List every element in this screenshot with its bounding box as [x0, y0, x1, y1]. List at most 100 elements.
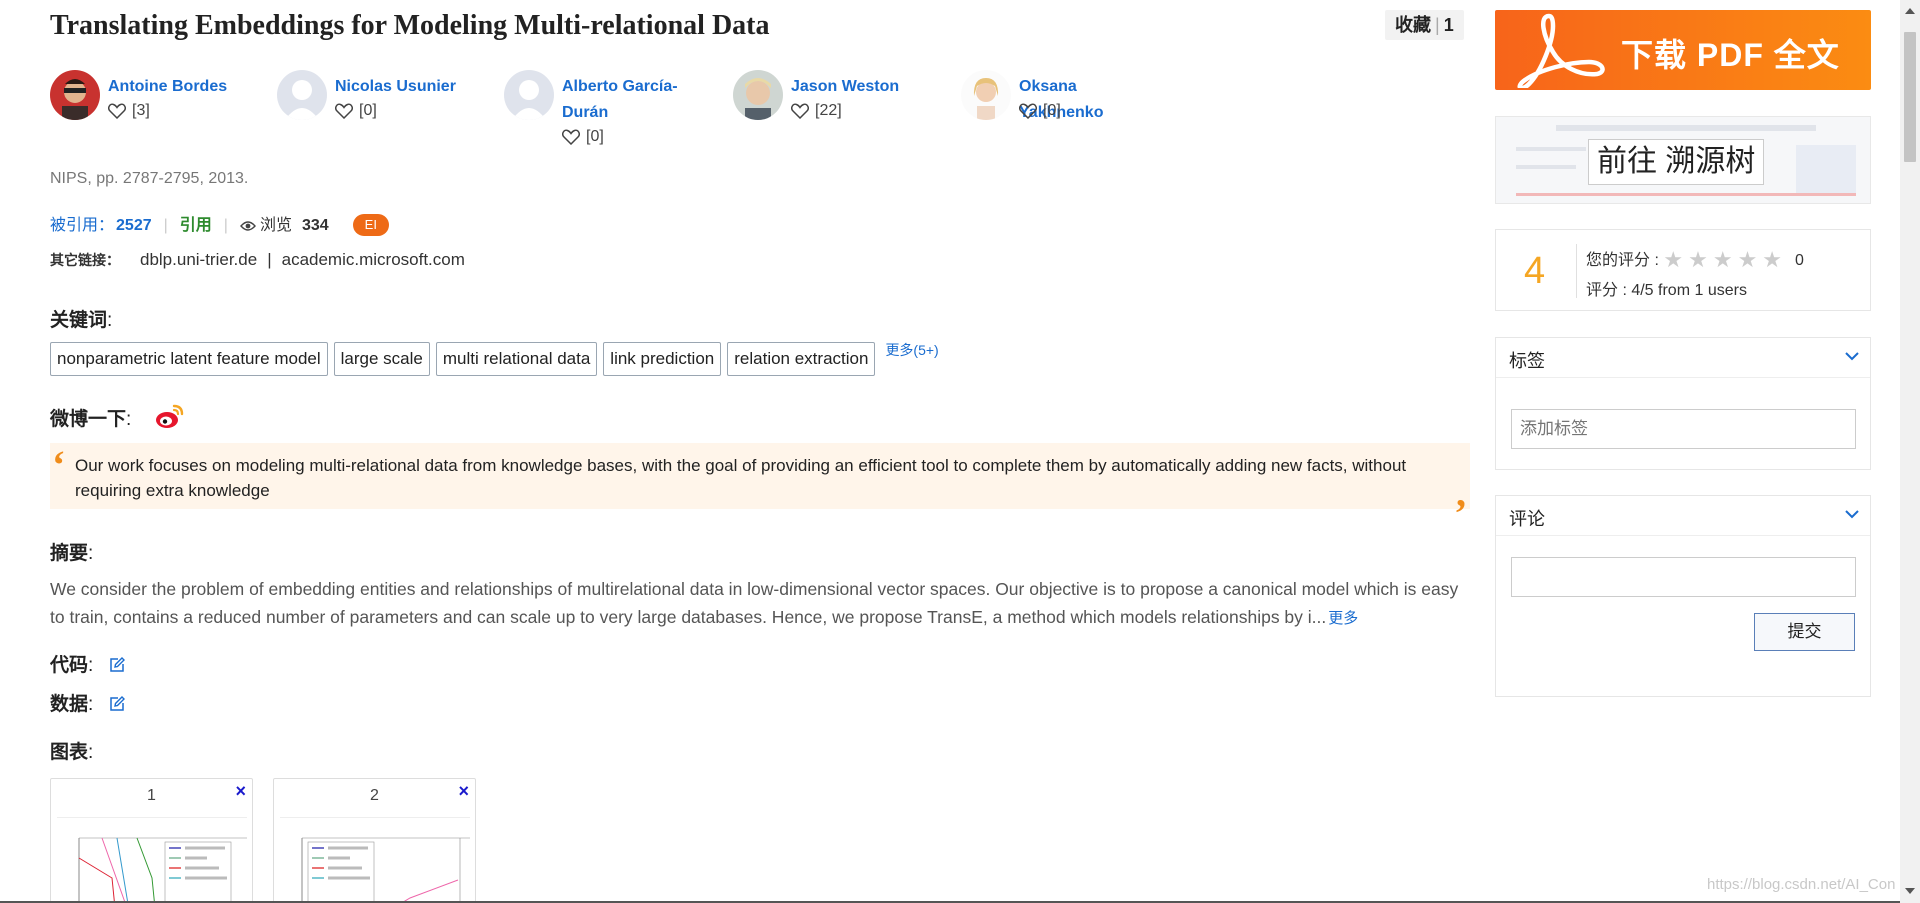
comments-panel-title: 评论 [1509, 509, 1545, 529]
author-like[interactable]: [22] [791, 102, 842, 120]
trace-preview-panel [1796, 145, 1856, 195]
favorite-button[interactable]: 收藏 | 1 [1385, 10, 1464, 40]
star-icon[interactable]: ★ [1713, 247, 1733, 272]
author-like[interactable]: [0] [562, 128, 604, 146]
author-card[interactable]: Antoine Bordes [3] [50, 70, 260, 160]
author-like[interactable]: [0] [335, 102, 377, 120]
star-icon[interactable]: ★ [1688, 247, 1708, 272]
edit-code-icon[interactable] [109, 657, 125, 679]
figure-number: 2 [370, 787, 379, 804]
my-rating-row: 您的评分 : ★ ★ ★ ★ ★ 0 [1586, 246, 1804, 273]
views-stat: 浏览 334 [240, 217, 329, 234]
figure-card[interactable]: 1 × [50, 778, 253, 903]
stats-row: 被引用： 2527 | 引用 | 浏览 334 EI [50, 214, 389, 238]
author-name[interactable]: Nicolas Usunier [335, 74, 475, 100]
keyword-tag[interactable]: nonparametric latent feature model [50, 342, 328, 376]
chevron-down-icon[interactable] [1844, 350, 1860, 362]
summary-quote: ‘ Our work focuses on modeling multi-rel… [50, 442, 1470, 513]
star-icon[interactable]: ★ [1738, 247, 1758, 272]
star-icon[interactable]: ★ [1663, 247, 1683, 272]
heart-icon [108, 103, 126, 120]
scroll-down-arrow-icon[interactable] [1905, 888, 1915, 894]
star-icon[interactable]: ★ [1762, 247, 1782, 272]
keyword-tag[interactable]: link prediction [603, 342, 722, 376]
comment-input[interactable] [1511, 557, 1856, 597]
author-like-count: [0] [586, 128, 604, 145]
author-name[interactable]: Alberto García-Durán [562, 74, 702, 126]
trace-preview-bar [1516, 165, 1576, 169]
abstract-more-link[interactable]: 更多 [1328, 610, 1358, 627]
weibo-heading: 微博一下: [50, 403, 185, 437]
rating-divider [1576, 244, 1577, 298]
add-tag-input[interactable] [1511, 409, 1856, 449]
trace-tree-link[interactable]: 前往 溯源树 [1495, 116, 1871, 204]
download-pdf-button[interactable]: 下载 PDF 全文 [1495, 10, 1871, 90]
other-links-label: 其它链接： [50, 252, 120, 268]
code-heading-label: 代码 [50, 655, 89, 676]
author-like-count: [0] [359, 102, 377, 119]
author-name[interactable]: Antoine Bordes [108, 74, 248, 100]
close-icon[interactable]: × [458, 781, 469, 802]
scroll-thumb[interactable] [1904, 32, 1916, 162]
keyword-tag[interactable]: large scale [333, 342, 430, 376]
comments-panel-header[interactable]: 评论 [1496, 496, 1870, 536]
star-rating[interactable]: ★ ★ ★ ★ ★ [1663, 247, 1787, 272]
watermark: https://blog.csdn.net/AI_Con [1707, 876, 1896, 893]
open-quote-icon: ‘ [52, 442, 66, 487]
page-scrollbar[interactable] [1900, 0, 1920, 903]
trace-preview-bar [1516, 193, 1856, 196]
eye-icon [240, 221, 256, 231]
trace-preview-bar [1556, 125, 1816, 131]
data-heading: 数据: [50, 689, 125, 718]
author-avatar[interactable] [733, 70, 783, 120]
cited-by-label: 被引用： [50, 217, 115, 234]
abstract-text: We consider the problem of embedding ent… [50, 575, 1470, 633]
keywords-heading-label: 关键词 [50, 310, 108, 331]
submit-comment-button[interactable]: 提交 [1754, 613, 1855, 651]
paper-title: Translating Embeddings for Modeling Mult… [50, 10, 770, 41]
author-card[interactable]: Nicolas Usunier [0] [277, 70, 487, 160]
weibo-heading-label: 微博一下 [50, 409, 127, 430]
views-label: 浏览 [259, 217, 292, 234]
author-card[interactable]: Oksana Yakhnenko [0] [961, 70, 1171, 160]
link-dblp[interactable]: dblp.uni-trier.de [140, 250, 257, 269]
tags-panel: 标签 [1495, 337, 1871, 470]
chevron-down-icon[interactable] [1844, 508, 1860, 520]
figure-thumbnail[interactable] [280, 817, 470, 903]
figure-thumbnail[interactable] [57, 817, 247, 903]
heart-icon [791, 103, 809, 120]
rating-score: 4 [1524, 250, 1546, 292]
keyword-tag[interactable]: multi relational data [435, 342, 598, 376]
stats-divider: | [163, 217, 168, 234]
cited-by-link[interactable]: 被引用： 2527 [50, 217, 152, 234]
edit-data-icon[interactable] [109, 696, 125, 718]
author-card[interactable]: Alberto García-Durán [0] [504, 70, 714, 160]
author-like-count: [3] [132, 102, 150, 119]
cited-by-count: 2527 [116, 217, 152, 234]
figure-card[interactable]: 2 × [273, 778, 476, 903]
heart-icon [335, 103, 353, 120]
close-icon[interactable]: × [235, 781, 246, 802]
my-rating-value: 0 [1795, 252, 1804, 269]
author-avatar[interactable] [50, 70, 100, 120]
author-like[interactable]: [3] [108, 102, 150, 120]
other-links: 其它链接： dblp.uni-trier.de | academic.microsof… [50, 250, 465, 270]
tags-panel-title: 标签 [1509, 351, 1545, 371]
weibo-icon[interactable] [155, 403, 185, 437]
keywords-heading: 关键词: [50, 310, 113, 331]
author-avatar[interactable] [277, 70, 327, 120]
author-card[interactable]: Jason Weston [22] [733, 70, 943, 160]
author-avatar[interactable] [961, 70, 1011, 120]
rating-panel: 4 您的评分 : ★ ★ ★ ★ ★ 0 评分 : 4/5 from 1 users [1495, 229, 1871, 311]
link-microsoft-academic[interactable]: academic.microsoft.com [282, 250, 465, 269]
data-heading-label: 数据 [50, 694, 89, 715]
keywords-more-link[interactable]: 更多(5+) [885, 340, 938, 360]
favorite-separator: | [1435, 15, 1440, 35]
cite-button[interactable]: 引用 [180, 217, 212, 234]
author-avatar[interactable] [504, 70, 554, 120]
keyword-tag[interactable]: relation extraction [727, 342, 876, 376]
author-name[interactable]: Jason Weston [791, 74, 931, 100]
scroll-up-arrow-icon[interactable] [1905, 8, 1915, 14]
tags-panel-header[interactable]: 标签 [1496, 338, 1870, 378]
author-like[interactable]: [0] [1019, 102, 1061, 120]
